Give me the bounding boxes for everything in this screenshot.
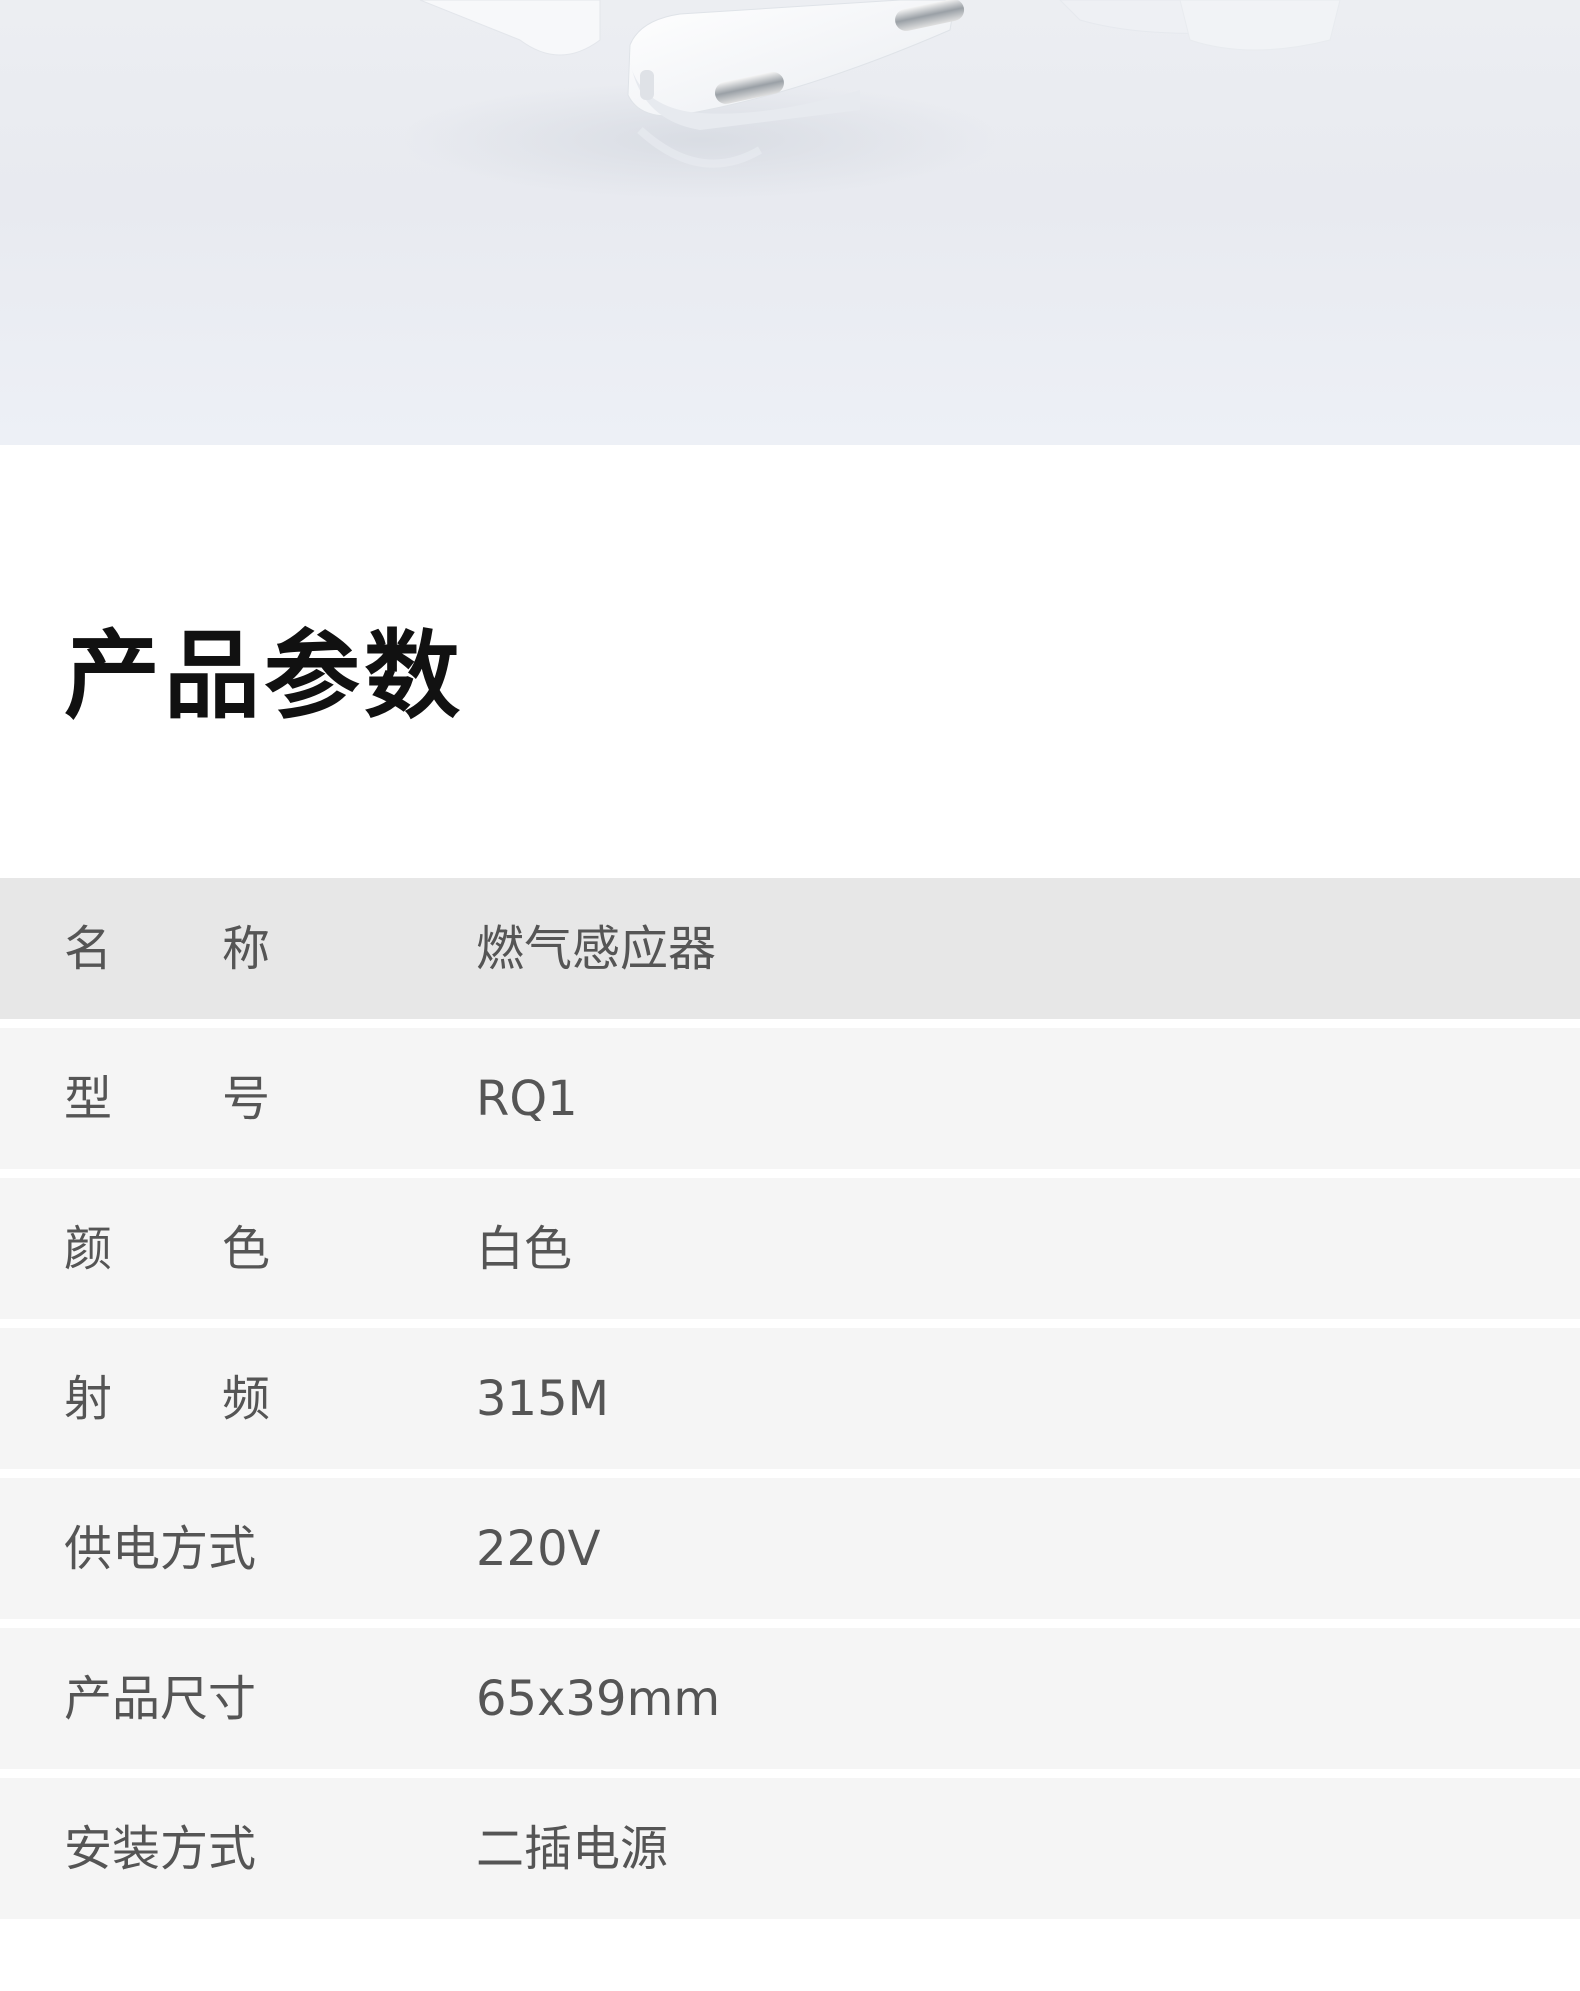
- spec-label: 射 频: [64, 1375, 270, 1423]
- spec-row-size: 产品尺寸 65x39mm: [0, 1628, 1580, 1769]
- spec-row-power: 供电方式 220V: [0, 1478, 1580, 1619]
- label-char: 称: [221, 920, 270, 977]
- spec-label: 型 号: [64, 1075, 270, 1123]
- spec-row-color: 颜 色 白色: [0, 1178, 1580, 1319]
- hero-product-image: [0, 0, 1580, 445]
- spec-label: 产品尺寸: [64, 1670, 257, 1727]
- spec-value: 315M: [476, 1370, 610, 1427]
- spec-label: 名 称: [64, 925, 270, 973]
- spec-value: 二插电源: [476, 1820, 669, 1877]
- spec-row-model: 型 号 RQ1: [0, 1028, 1580, 1169]
- spec-label: 供电方式: [64, 1520, 257, 1577]
- spec-row-installation: 安装方式 二插电源: [0, 1778, 1580, 1919]
- label-char: 号: [221, 1070, 270, 1127]
- label-char: 型: [64, 1070, 113, 1127]
- spec-label: 安装方式: [64, 1820, 257, 1877]
- spec-label: 颜 色: [64, 1225, 270, 1273]
- gas-sensor-plug-illustration: [400, 0, 1341, 200]
- page-title: 产品参数: [64, 620, 464, 732]
- label-char: 色: [221, 1220, 270, 1277]
- spec-value: 燃气感应器: [476, 920, 717, 977]
- label-char: 射: [64, 1370, 113, 1427]
- label-char: 名: [64, 920, 113, 977]
- spec-value: 65x39mm: [476, 1670, 721, 1727]
- spec-table: 名 称 燃气感应器 型 号 RQ1 颜 色 白色 射 频 315M 供电方式 2…: [0, 878, 1580, 1928]
- label-char: 频: [221, 1370, 270, 1427]
- spec-value: 白色: [476, 1220, 573, 1277]
- spec-row-frequency: 射 频 315M: [0, 1328, 1580, 1469]
- spec-value: 220V: [476, 1520, 601, 1577]
- spec-row-name: 名 称 燃气感应器: [0, 878, 1580, 1019]
- spec-value: RQ1: [476, 1070, 578, 1127]
- label-char: 颜: [64, 1220, 113, 1277]
